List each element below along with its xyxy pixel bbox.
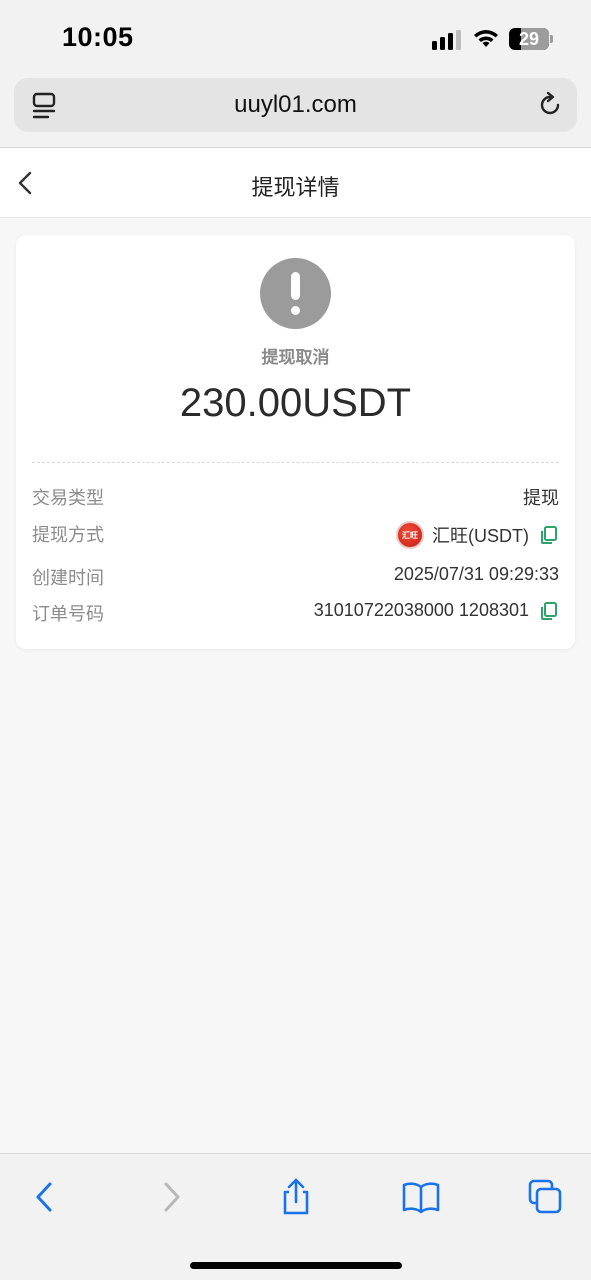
battery-level: 29 xyxy=(518,29,540,49)
row-label: 交易类型 xyxy=(32,488,104,508)
address-bar[interactable]: uuyl01.com xyxy=(14,78,577,132)
row-order-number: 订单号码 31010722038000 1208301 xyxy=(32,600,559,630)
back-icon[interactable] xyxy=(26,1178,62,1216)
row-value: 汇旺 汇旺(USDT) xyxy=(396,521,559,549)
reload-icon[interactable] xyxy=(536,91,564,119)
browser-address-area: uuyl01.com xyxy=(0,78,591,148)
forward-icon[interactable] xyxy=(154,1178,190,1216)
home-indicator xyxy=(190,1262,402,1269)
row-withdrawal-method: 提现方式 汇旺 汇旺(USDT) xyxy=(32,521,559,551)
wifi-icon xyxy=(474,30,498,47)
url-text[interactable]: uuyl01.com xyxy=(14,91,577,119)
row-label: 创建时间 xyxy=(32,568,104,588)
status-bar: 10:05 29 xyxy=(0,0,591,78)
share-icon[interactable] xyxy=(278,1178,314,1216)
tabs-icon[interactable] xyxy=(527,1178,563,1216)
order-number-value[interactable]: 31010722038000 1208301 xyxy=(314,600,529,621)
row-created-time: 创建时间 2025/07/31 09:29:33 xyxy=(32,564,559,594)
row-transaction-type: 交易类型 提现 xyxy=(32,484,559,514)
divider xyxy=(32,462,559,463)
battery-icon: 29 xyxy=(509,28,549,50)
copy-icon[interactable] xyxy=(539,525,559,545)
row-value: 提现 xyxy=(523,484,559,510)
status-time: 10:05 xyxy=(62,22,134,52)
status-label: 提现取消 xyxy=(261,348,330,367)
row-value: 31010722038000 1208301 xyxy=(314,600,559,621)
exclamation-icon xyxy=(260,258,331,329)
battery-tip xyxy=(550,35,553,43)
huiwang-logo: 汇旺 xyxy=(396,521,424,549)
created-time-value: 2025/07/31 09:29:33 xyxy=(393,564,559,584)
withdrawal-amount: 230.00USDT xyxy=(179,381,412,425)
transaction-type-value: 提现 xyxy=(523,488,559,508)
page-title: 提现详情 xyxy=(251,175,340,200)
logo-text: 汇旺 xyxy=(402,531,418,540)
bookmarks-icon[interactable] xyxy=(401,1178,441,1216)
page-header: 提现详情 xyxy=(0,148,591,218)
row-label: 提现方式 xyxy=(32,525,104,545)
copy-icon[interactable] xyxy=(539,601,559,621)
row-value: 2025/07/31 09:29:33 xyxy=(394,564,559,585)
row-label: 订单号码 xyxy=(32,604,104,624)
withdrawal-detail-card: 提现取消 230.00USDT 交易类型 提现 提现方式 汇旺 汇旺(USDT)… xyxy=(16,235,575,649)
withdrawal-method-value: 汇旺(USDT) xyxy=(432,526,529,546)
browser-toolbar xyxy=(0,1153,591,1280)
cellular-signal-icon xyxy=(432,30,461,50)
